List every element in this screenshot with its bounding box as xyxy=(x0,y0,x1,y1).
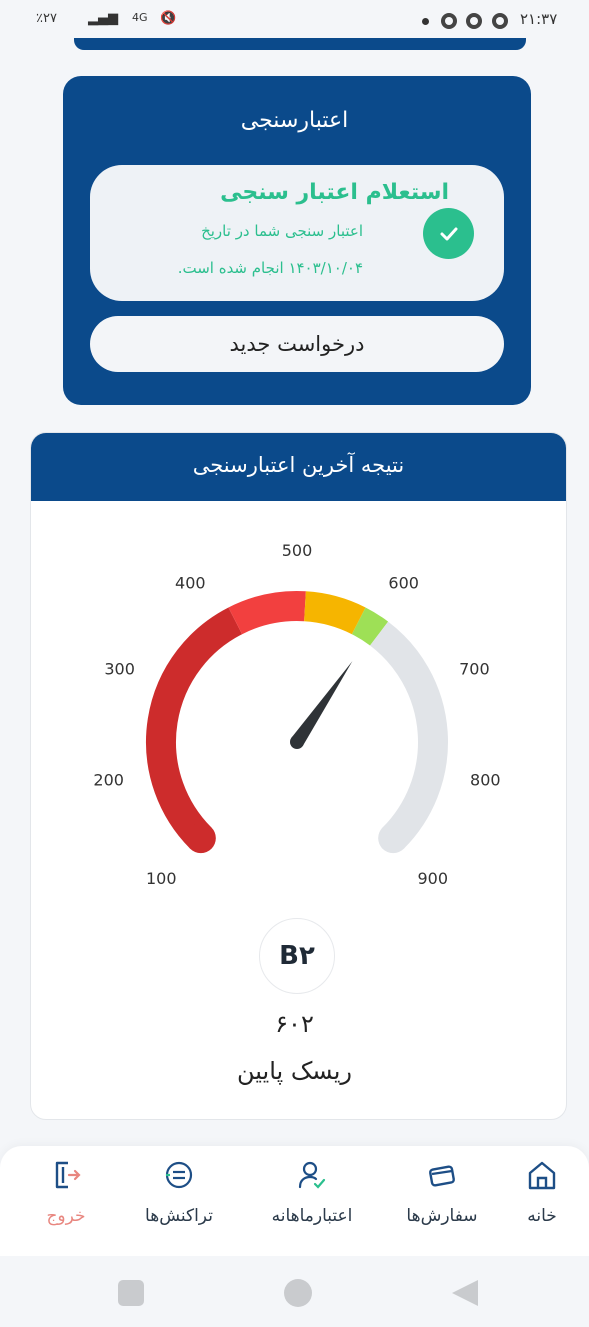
nav-monthly-credit[interactable]: اعتبارماهانه xyxy=(258,1158,366,1226)
recent-apps-icon[interactable] xyxy=(118,1280,144,1306)
logout-icon xyxy=(55,1161,81,1189)
credit-score-gauge: 100 200 300 400 500 600 700 800 900 xyxy=(93,541,501,888)
gauge-segment xyxy=(146,607,243,849)
transactions-icon xyxy=(165,1161,193,1189)
nav-home[interactable]: خانه xyxy=(518,1158,566,1226)
nav-home-label: خانه xyxy=(527,1206,557,1226)
gauge-segment xyxy=(228,591,306,635)
nav-transactions[interactable]: تراکنش‌ها xyxy=(133,1158,225,1226)
gauge-tick-label: 600 xyxy=(388,573,419,592)
gauge-end-cap xyxy=(378,823,409,854)
home-button-icon[interactable] xyxy=(284,1279,312,1307)
gauge-segment xyxy=(303,591,366,635)
gauge-tick-label: 700 xyxy=(459,660,490,679)
gauge-tick-label: 800 xyxy=(470,770,501,789)
home-icon xyxy=(528,1161,556,1190)
gauge-tick-label: 300 xyxy=(104,660,135,679)
gauge-tick-label: 100 xyxy=(146,869,177,888)
nav-orders[interactable]: سفارش‌ها xyxy=(396,1158,488,1226)
gauge-tick-label: 500 xyxy=(282,541,313,560)
credit-grade-badge: B۲ xyxy=(259,918,335,994)
risk-level-label: ریسک پایین xyxy=(237,1057,352,1085)
gauge-tick-label: 900 xyxy=(417,869,448,888)
card-icon xyxy=(429,1165,455,1187)
gauge-needle-hub xyxy=(290,735,304,749)
nav-logout[interactable]: خروج xyxy=(40,1158,92,1226)
gauge-tick-label: 400 xyxy=(175,573,206,592)
gauge-segment xyxy=(369,621,448,849)
nav-logout-label: خروج xyxy=(46,1206,86,1226)
back-icon[interactable] xyxy=(452,1280,478,1306)
gauge-needle xyxy=(291,661,353,746)
nav-monthly-credit-label: اعتبارماهانه xyxy=(271,1206,353,1226)
gauge-end-cap xyxy=(185,823,216,854)
nav-transactions-label: تراکنش‌ها xyxy=(145,1206,213,1226)
gauge-tick-label: 200 xyxy=(93,770,124,789)
gauge-segment xyxy=(351,607,389,646)
user-check-icon xyxy=(298,1161,326,1189)
nav-orders-label: سفارش‌ها xyxy=(406,1206,478,1226)
credit-score-value: ۶۰۲ xyxy=(275,1010,314,1038)
